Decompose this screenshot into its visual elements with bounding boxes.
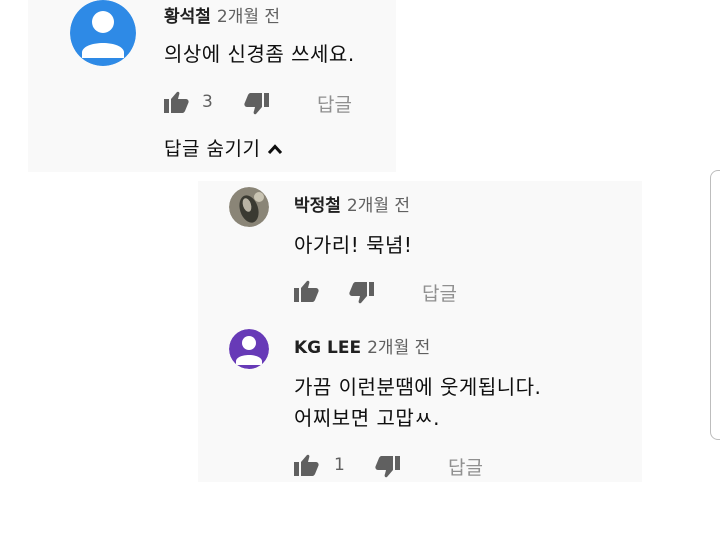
like-button[interactable] bbox=[164, 91, 190, 113]
like-button[interactable] bbox=[294, 280, 320, 302]
avatar[interactable] bbox=[229, 187, 269, 227]
reply-author[interactable]: KG LEE 2개월 전 bbox=[294, 333, 430, 358]
reply-button[interactable]: 답글 bbox=[448, 453, 483, 480]
hide-replies-label: 답글 숨기기 bbox=[164, 138, 261, 160]
side-panel bbox=[710, 170, 720, 440]
user-photo-avatar bbox=[229, 187, 269, 227]
thumbs-down-icon bbox=[349, 282, 374, 304]
reply-button[interactable]: 답글 bbox=[317, 90, 352, 117]
reply-author[interactable]: 박정철 2개월 전 bbox=[294, 191, 410, 216]
comment-text: 의상에 신경좀 쓰세요. bbox=[164, 42, 355, 66]
like-count: 3 bbox=[202, 92, 213, 112]
reply-text-line-2: 어찌보면 고맙ㅆ. bbox=[294, 406, 441, 430]
comment-time[interactable]: 2개월 전 bbox=[217, 7, 280, 27]
like-count: 1 bbox=[334, 455, 345, 475]
author-name[interactable]: KG LEE bbox=[294, 338, 361, 358]
thumbs-up-icon bbox=[294, 454, 319, 476]
like-button[interactable] bbox=[294, 454, 320, 476]
dislike-button[interactable] bbox=[243, 93, 269, 115]
thumbs-down-icon bbox=[375, 456, 400, 478]
hide-replies-button[interactable]: 답글 숨기기 bbox=[164, 134, 283, 161]
avatar[interactable] bbox=[229, 329, 269, 369]
comment-time[interactable]: 2개월 전 bbox=[367, 338, 430, 358]
reply-text: 아가리! 묵념! bbox=[294, 233, 413, 257]
person-avatar-icon bbox=[70, 0, 136, 66]
thumbs-down-icon bbox=[244, 93, 269, 115]
comment-time[interactable]: 2개월 전 bbox=[347, 196, 410, 216]
thumbs-up-icon bbox=[294, 280, 319, 302]
author-name[interactable]: 황석철 bbox=[164, 7, 211, 27]
chevron-up-icon bbox=[268, 137, 283, 159]
thumbs-up-icon bbox=[164, 91, 189, 113]
replies-section bbox=[198, 181, 642, 482]
comment-author[interactable]: 황석철 2개월 전 bbox=[164, 2, 280, 27]
dislike-button[interactable] bbox=[374, 456, 400, 478]
dislike-button[interactable] bbox=[348, 282, 374, 304]
avatar[interactable] bbox=[70, 0, 136, 66]
reply-text-line-1: 가끔 이런분땜에 웃게됩니다. bbox=[294, 375, 542, 399]
person-avatar-icon bbox=[229, 329, 269, 369]
reply-button[interactable]: 답글 bbox=[422, 279, 457, 306]
author-name[interactable]: 박정철 bbox=[294, 196, 341, 216]
